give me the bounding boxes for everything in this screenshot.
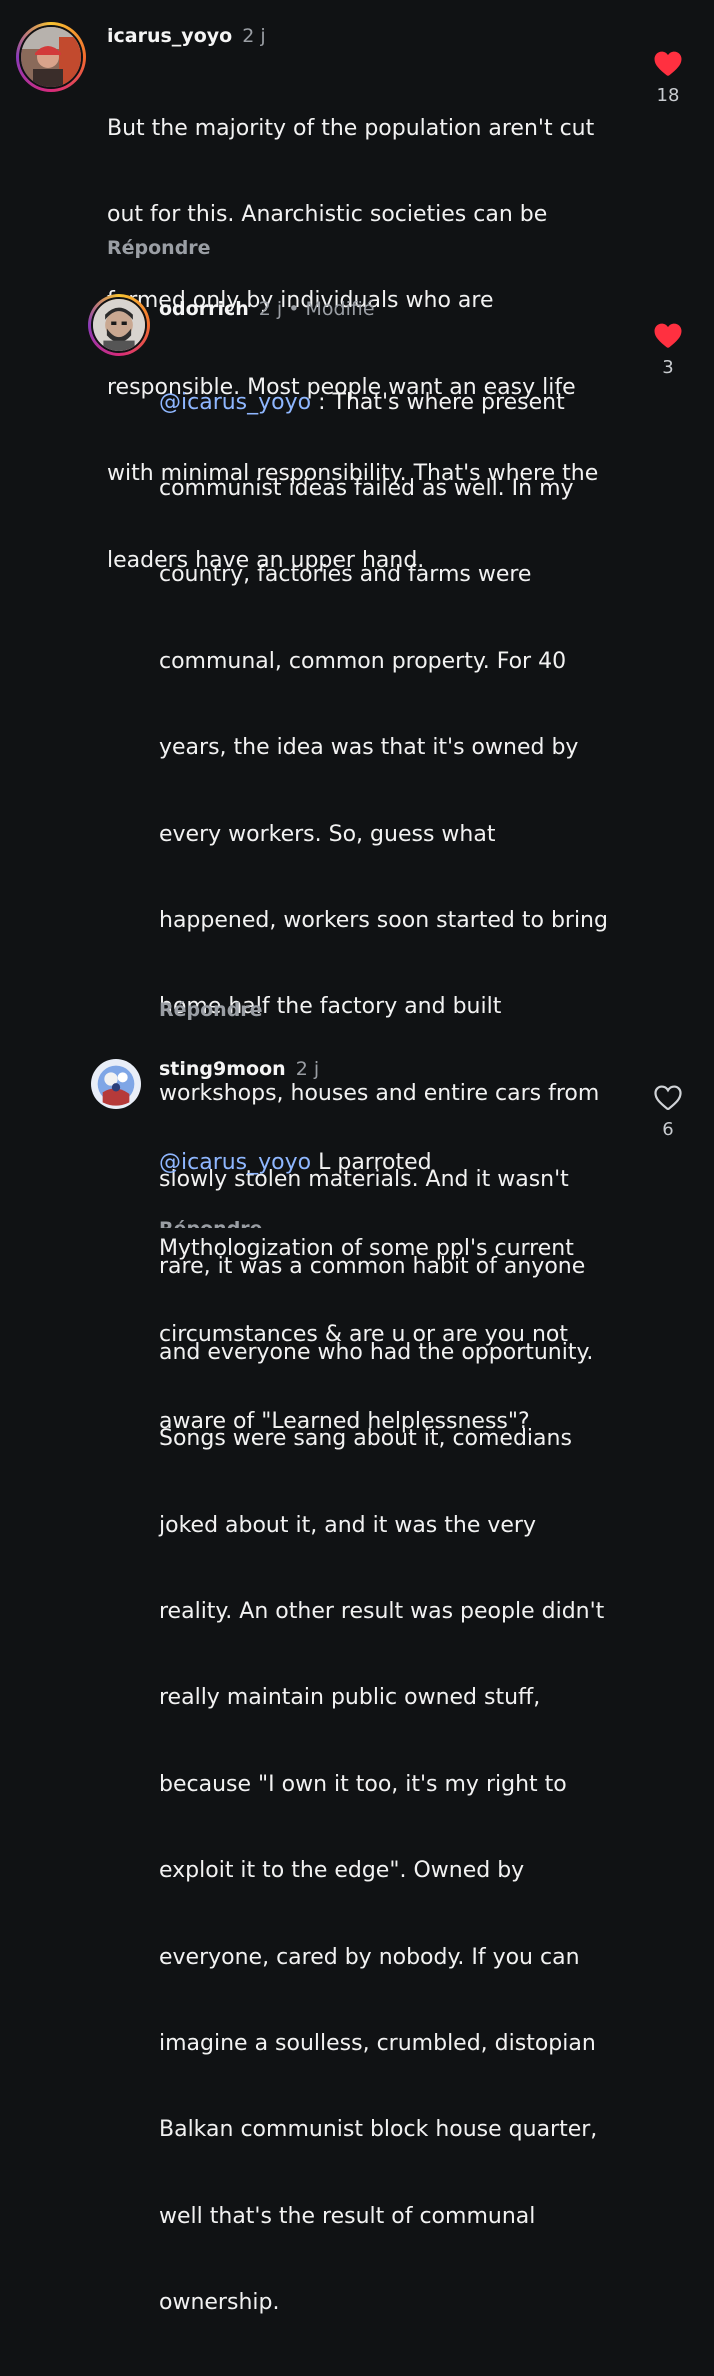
username[interactable]: odorrich <box>159 298 249 320</box>
comment-meta: sting9moon 2 j <box>159 1058 319 1080</box>
comment-sting9moon: sting9moon 2 j @icarus_yoyo L parroted M… <box>0 1040 714 1434</box>
avatar[interactable] <box>88 294 150 356</box>
comment-line: every workers. So, guess what <box>159 821 496 847</box>
like-count: 3 <box>662 357 674 378</box>
like-button[interactable]: 3 <box>648 322 688 378</box>
comment-line: Balkan communist block house quarter, <box>159 2117 598 2143</box>
comment-line: communal, common property. For 40 <box>159 648 567 674</box>
comment-line: years, the idea was that it's owned by <box>159 735 579 761</box>
avatar[interactable] <box>91 1059 141 1109</box>
avatar-photo-icon <box>21 27 81 87</box>
comment-line: well that's the result of communal <box>159 2203 536 2229</box>
avatar[interactable] <box>16 22 86 92</box>
username[interactable]: icarus_yoyo <box>107 25 232 47</box>
comment-line: ownership. <box>159 2290 280 2316</box>
like-button[interactable]: 18 <box>648 50 688 106</box>
mention-link[interactable]: @icarus_yoyo <box>159 390 311 415</box>
comment-line: exploit it to the edge". Owned by <box>159 1858 525 1884</box>
comment-first-line: @icarus_yoyo : That's where present <box>159 389 649 418</box>
comment-icarus-yoyo: icarus_yoyo 2 j But the majority of the … <box>0 0 714 573</box>
reply-button[interactable]: Répondre <box>159 999 263 1021</box>
comment-line: But the majority of the population aren'… <box>107 115 595 141</box>
comment-line: imagine a soulless, crumbled, distopian <box>159 2031 596 2057</box>
timestamp: 2 j <box>242 25 266 47</box>
heart-filled-icon <box>654 323 682 348</box>
like-button[interactable]: 6 <box>648 1084 688 1140</box>
reply-button[interactable]: Répondre <box>159 1218 263 1228</box>
comment-line: really maintain public owned stuff, <box>159 1685 541 1711</box>
comment-line: joked about it, and it was the very <box>159 1512 536 1538</box>
avatar-image <box>91 297 147 353</box>
edited-label: Modifié <box>305 298 375 320</box>
reply-button[interactable]: Répondre <box>107 237 211 259</box>
timestamp: 2 j <box>295 1058 320 1080</box>
separator: • <box>288 298 300 320</box>
comment-text: L parroted <box>311 1149 432 1175</box>
comment-line: everyone, cared by nobody. If you can <box>159 1944 580 1970</box>
comment-line: aware of "Learned helplessness"? <box>159 1408 530 1434</box>
heart-outline-icon <box>654 1085 682 1111</box>
avatar-illustration-icon <box>91 1059 141 1109</box>
avatar-image <box>19 25 83 89</box>
comment-meta: icarus_yoyo 2 j <box>107 25 266 47</box>
comment-line: country, factories and farms were <box>159 562 532 588</box>
comment-line: communist ideas failed as well. In my <box>159 475 574 501</box>
comment-text: : That's where present <box>311 389 565 415</box>
timestamp: 2 j <box>258 298 283 320</box>
comment-odorrich: odorrich 2 j • Modifié @icarus_yoyo : Th… <box>0 270 714 2315</box>
comment-meta: odorrich 2 j • Modifié <box>159 298 375 320</box>
like-count: 18 <box>656 85 680 106</box>
username[interactable]: sting9moon <box>159 1058 286 1080</box>
mention-link[interactable]: @icarus_yoyo <box>159 1150 311 1175</box>
heart-filled-icon <box>654 51 682 76</box>
comment-line: because "I own it too, it's my right to <box>159 1771 567 1797</box>
comment-line: reality. An other result was people didn… <box>159 1599 605 1625</box>
comment-line: out for this. Anarchistic societies can … <box>107 201 548 227</box>
comment-line: Mythologization of some ppl's current <box>159 1235 574 1261</box>
like-count: 6 <box>662 1119 674 1140</box>
comment-line: circumstances & are u or are you not <box>159 1322 569 1348</box>
avatar-cartoon-icon <box>93 299 145 351</box>
comment-line: happened, workers soon started to bring <box>159 907 608 933</box>
comment-first-line: @icarus_yoyo L parroted <box>159 1149 649 1178</box>
comment-body: @icarus_yoyo L parroted Mythologization … <box>159 1091 649 1494</box>
